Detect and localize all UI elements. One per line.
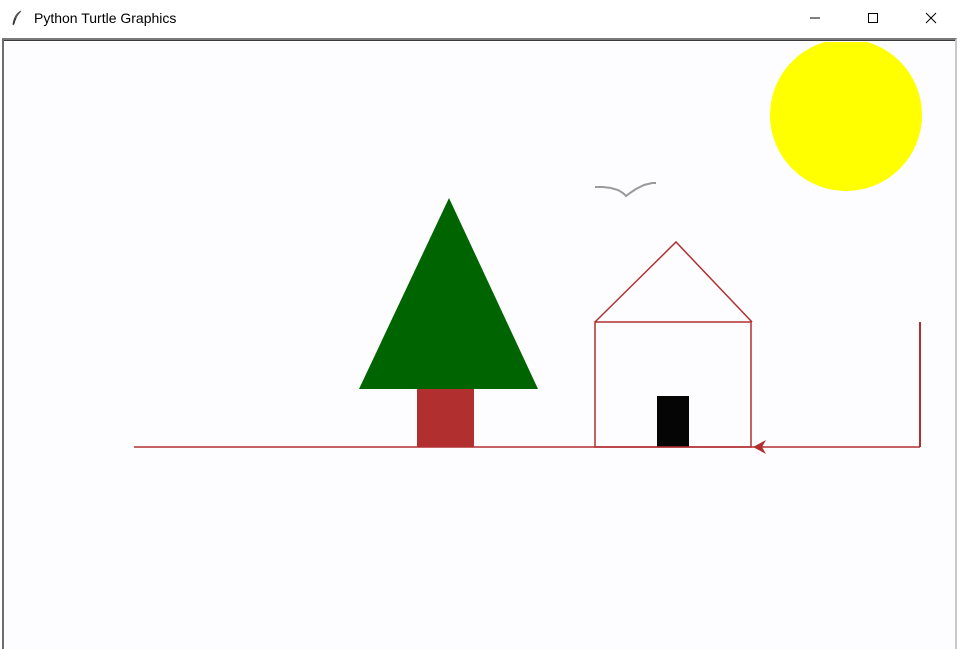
- window-title: Python Turtle Graphics: [34, 10, 177, 26]
- maximize-button[interactable]: [844, 0, 902, 36]
- bird: [595, 182, 656, 198]
- turtle-window: Python Turtle Graphics: [0, 0, 960, 649]
- turtle-canvas[interactable]: [4, 42, 955, 649]
- window-controls: [786, 0, 960, 36]
- minimize-button[interactable]: [786, 0, 844, 36]
- close-button[interactable]: [902, 0, 960, 36]
- tree-foliage: [359, 198, 538, 389]
- frame-divider: [4, 40, 955, 41]
- title-bar[interactable]: Python Turtle Graphics: [0, 0, 960, 36]
- drawing-surface: [134, 42, 922, 454]
- house-door: [657, 396, 689, 447]
- sun: [770, 42, 922, 191]
- close-icon: [925, 12, 937, 24]
- house-roof: [594, 240, 753, 323]
- feather-icon: [9, 10, 25, 26]
- maximize-icon: [868, 13, 878, 23]
- minimize-icon: [810, 17, 820, 19]
- tree-trunk: [417, 389, 474, 447]
